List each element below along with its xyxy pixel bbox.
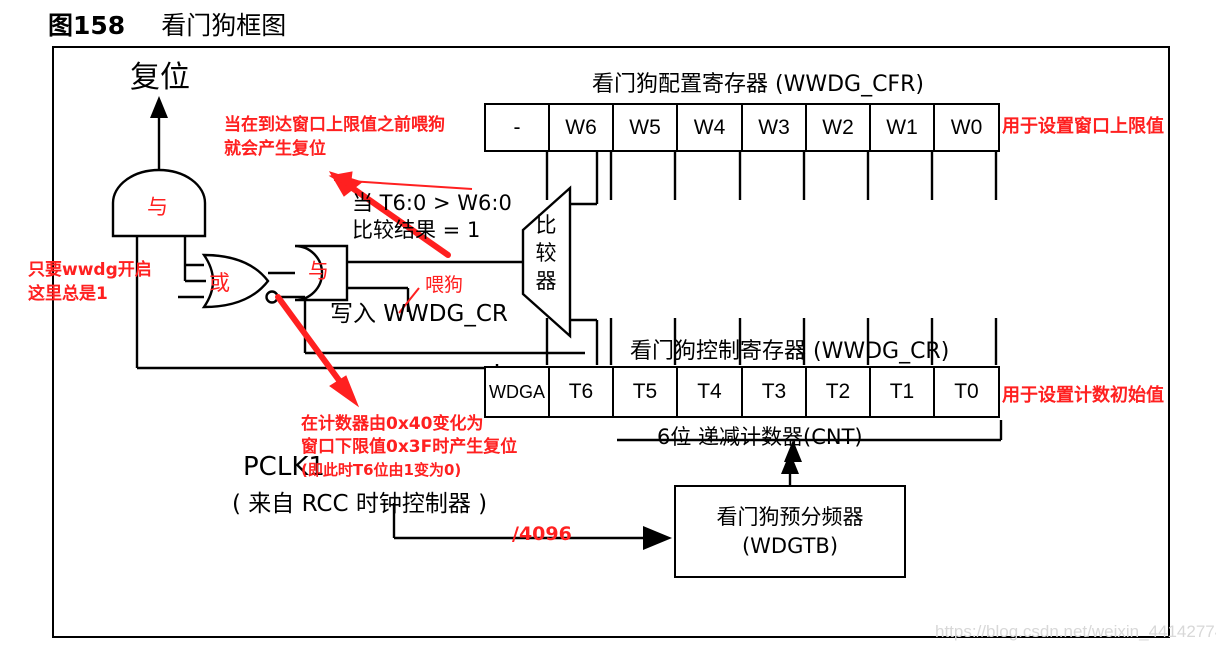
figure-number: 图158 (48, 11, 126, 40)
compare-note-line2: 比较结果 = 1 (352, 218, 481, 242)
watermark: https://blog.csdn.net/weixin_44142774 (935, 622, 1216, 641)
cr-cell-1[interactable]: T6 (550, 368, 614, 416)
cfr-cells: - W6 W5 W4 W3 W2 W1 W0 (486, 105, 998, 150)
annotation-cfr-right: 用于设置窗口上限值 (1002, 116, 1164, 137)
cfr-cell-6[interactable]: W1 (871, 105, 935, 150)
compare-note: 当 T6:0 > W6:0 比较结果 = 1 (352, 190, 512, 244)
annotation-bottom-line3: (即此时T6位由1变为0) (301, 461, 462, 479)
cfr-cell-1[interactable]: W6 (550, 105, 614, 150)
cfr-cell-5[interactable]: W2 (807, 105, 871, 150)
annotation-bottom-line1: 在计数器由0x40变化为 (301, 414, 484, 434)
cr-cell-3[interactable]: T4 (678, 368, 743, 416)
or-gate-label: 或 (209, 271, 230, 295)
comparator-label-text: 比较器 (535, 213, 557, 293)
annotation-top-line2: 就会产生复位 (224, 139, 326, 159)
cr-cell-2[interactable]: T5 (614, 368, 678, 416)
compare-note-line1: 当 T6:0 > W6:0 (352, 191, 512, 215)
figure-caption: 图158 看门狗框图 (48, 6, 286, 42)
prescaler-line1: 看门狗预分频器 (716, 504, 864, 529)
and-gate-mid-label: 与 (308, 259, 329, 283)
annotation-bottom: 在计数器由0x40变化为 窗口下限值0x3F时产生复位 (即此时T6位由1变为0… (301, 413, 517, 482)
reset-label: 复位 (130, 60, 190, 95)
cr-cells: WDGA T6 T5 T4 T3 T2 T1 T0 (486, 368, 998, 416)
counter-label: 6位 递减计数器(CNT) (657, 425, 863, 449)
figure-title: 看门狗框图 (161, 11, 287, 40)
figure-canvas: 图158 看门狗框图 复位 与 或 与 比较器 看门狗配置寄存器 (WWDG_C… (0, 0, 1216, 656)
feed-dog-label: 喂狗 (425, 274, 464, 296)
cfr-title: 看门狗配置寄存器 (WWDG_CFR) (592, 72, 924, 97)
cfr-cell-7[interactable]: W0 (935, 105, 998, 150)
cfr-cell-2[interactable]: W5 (614, 105, 678, 150)
and-gate-top-label: 与 (147, 195, 168, 219)
wwdg-cr-register: WDGA T6 T5 T4 T3 T2 T1 T0 (484, 366, 1000, 418)
comparator-label: 比较器 (533, 211, 559, 295)
cr-cell-6[interactable]: T1 (871, 368, 935, 416)
cr-cell-5[interactable]: T2 (807, 368, 871, 416)
cr-title: 看门狗控制寄存器 (WWDG_CR) (630, 339, 950, 364)
cr-cell-0[interactable]: WDGA (486, 368, 550, 416)
cfr-cell-4[interactable]: W3 (743, 105, 807, 150)
watchdog-prescaler-box: 看门狗预分频器 (WDGTB) (674, 485, 906, 578)
annotation-top-line1: 当在到达窗口上限值之前喂狗 (224, 115, 445, 135)
annotation-left: 只要wwdg开启 这里总是1 (28, 258, 152, 306)
pclk-source-label: ( 来自 RCC 时钟控制器 ) (232, 491, 488, 517)
annotation-left-line2: 这里总是1 (28, 284, 108, 304)
annotation-cr-right: 用于设置计数初始值 (1002, 385, 1164, 406)
wwdg-cfr-register: - W6 W5 W4 W3 W2 W1 W0 (484, 103, 1000, 152)
cfr-cell-3[interactable]: W4 (678, 105, 743, 150)
write-cr-label: 写入 WWDG_CR (330, 301, 508, 327)
cfr-cell-0[interactable]: - (486, 105, 550, 150)
cr-cell-7[interactable]: T0 (935, 368, 998, 416)
annotation-left-line1: 只要wwdg开启 (28, 260, 152, 280)
annotation-top: 当在到达窗口上限值之前喂狗 就会产生复位 (224, 113, 445, 161)
cr-cell-4[interactable]: T3 (743, 368, 807, 416)
prescaler-line2: (WDGTB) (741, 533, 839, 558)
divider-label: /4096 (512, 523, 572, 545)
annotation-bottom-line2: 窗口下限值0x3F时产生复位 (301, 437, 518, 457)
